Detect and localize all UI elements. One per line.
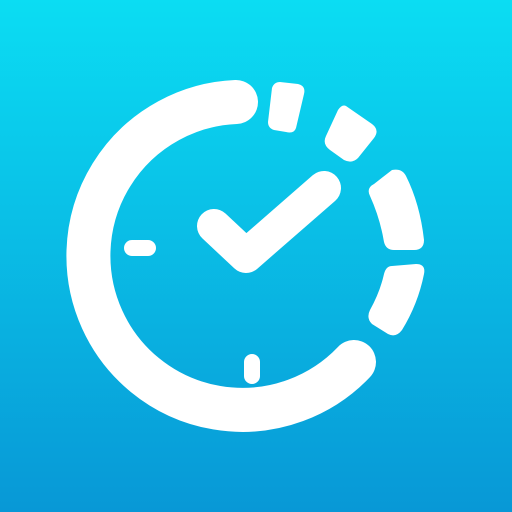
app-icon — [0, 0, 512, 512]
timer-check-icon — [0, 0, 512, 512]
